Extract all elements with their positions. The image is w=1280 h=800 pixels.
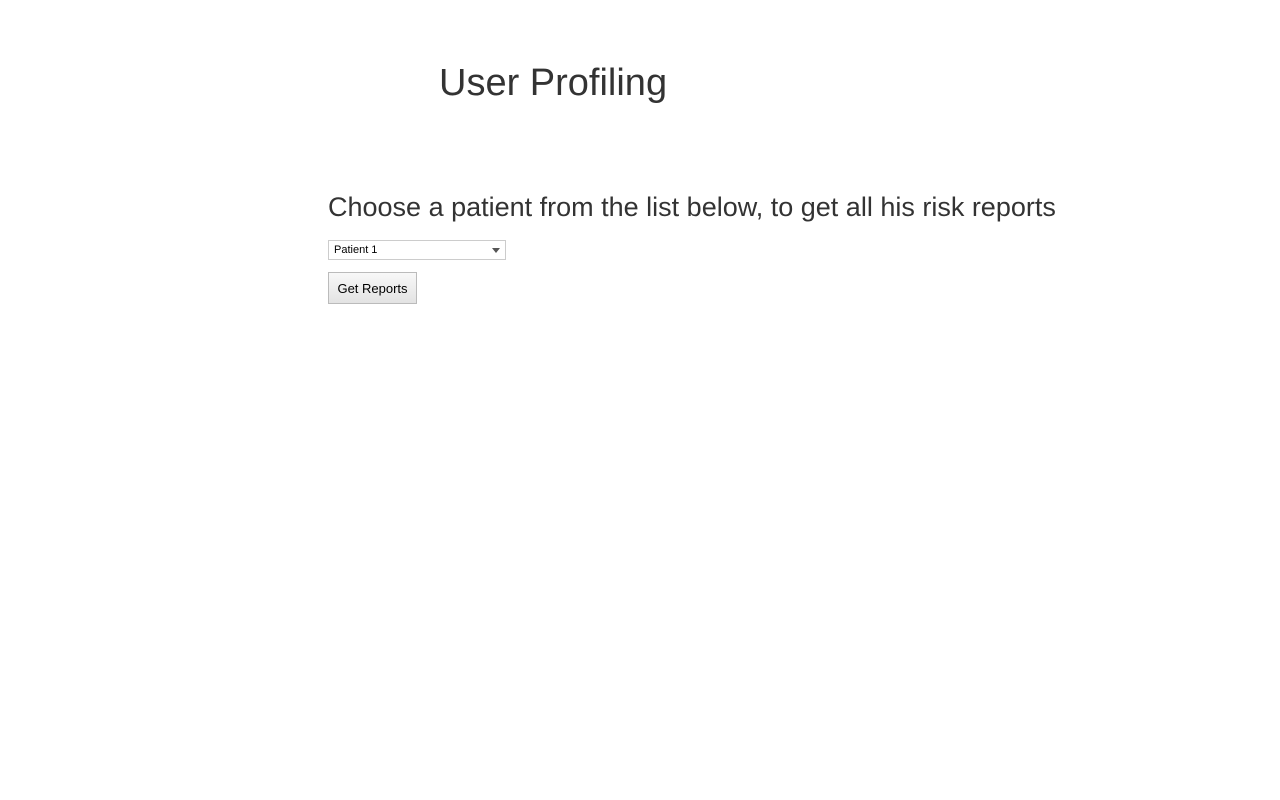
get-reports-button[interactable]: Get Reports (328, 272, 417, 304)
instructions-heading: Choose a patient from the list below, to… (328, 192, 1056, 222)
chevron-down-icon (492, 248, 500, 253)
patient-select-value: Patient 1 (334, 244, 378, 256)
page-title: User Profiling (439, 62, 668, 104)
patient-select[interactable]: Patient 1 (328, 240, 506, 260)
